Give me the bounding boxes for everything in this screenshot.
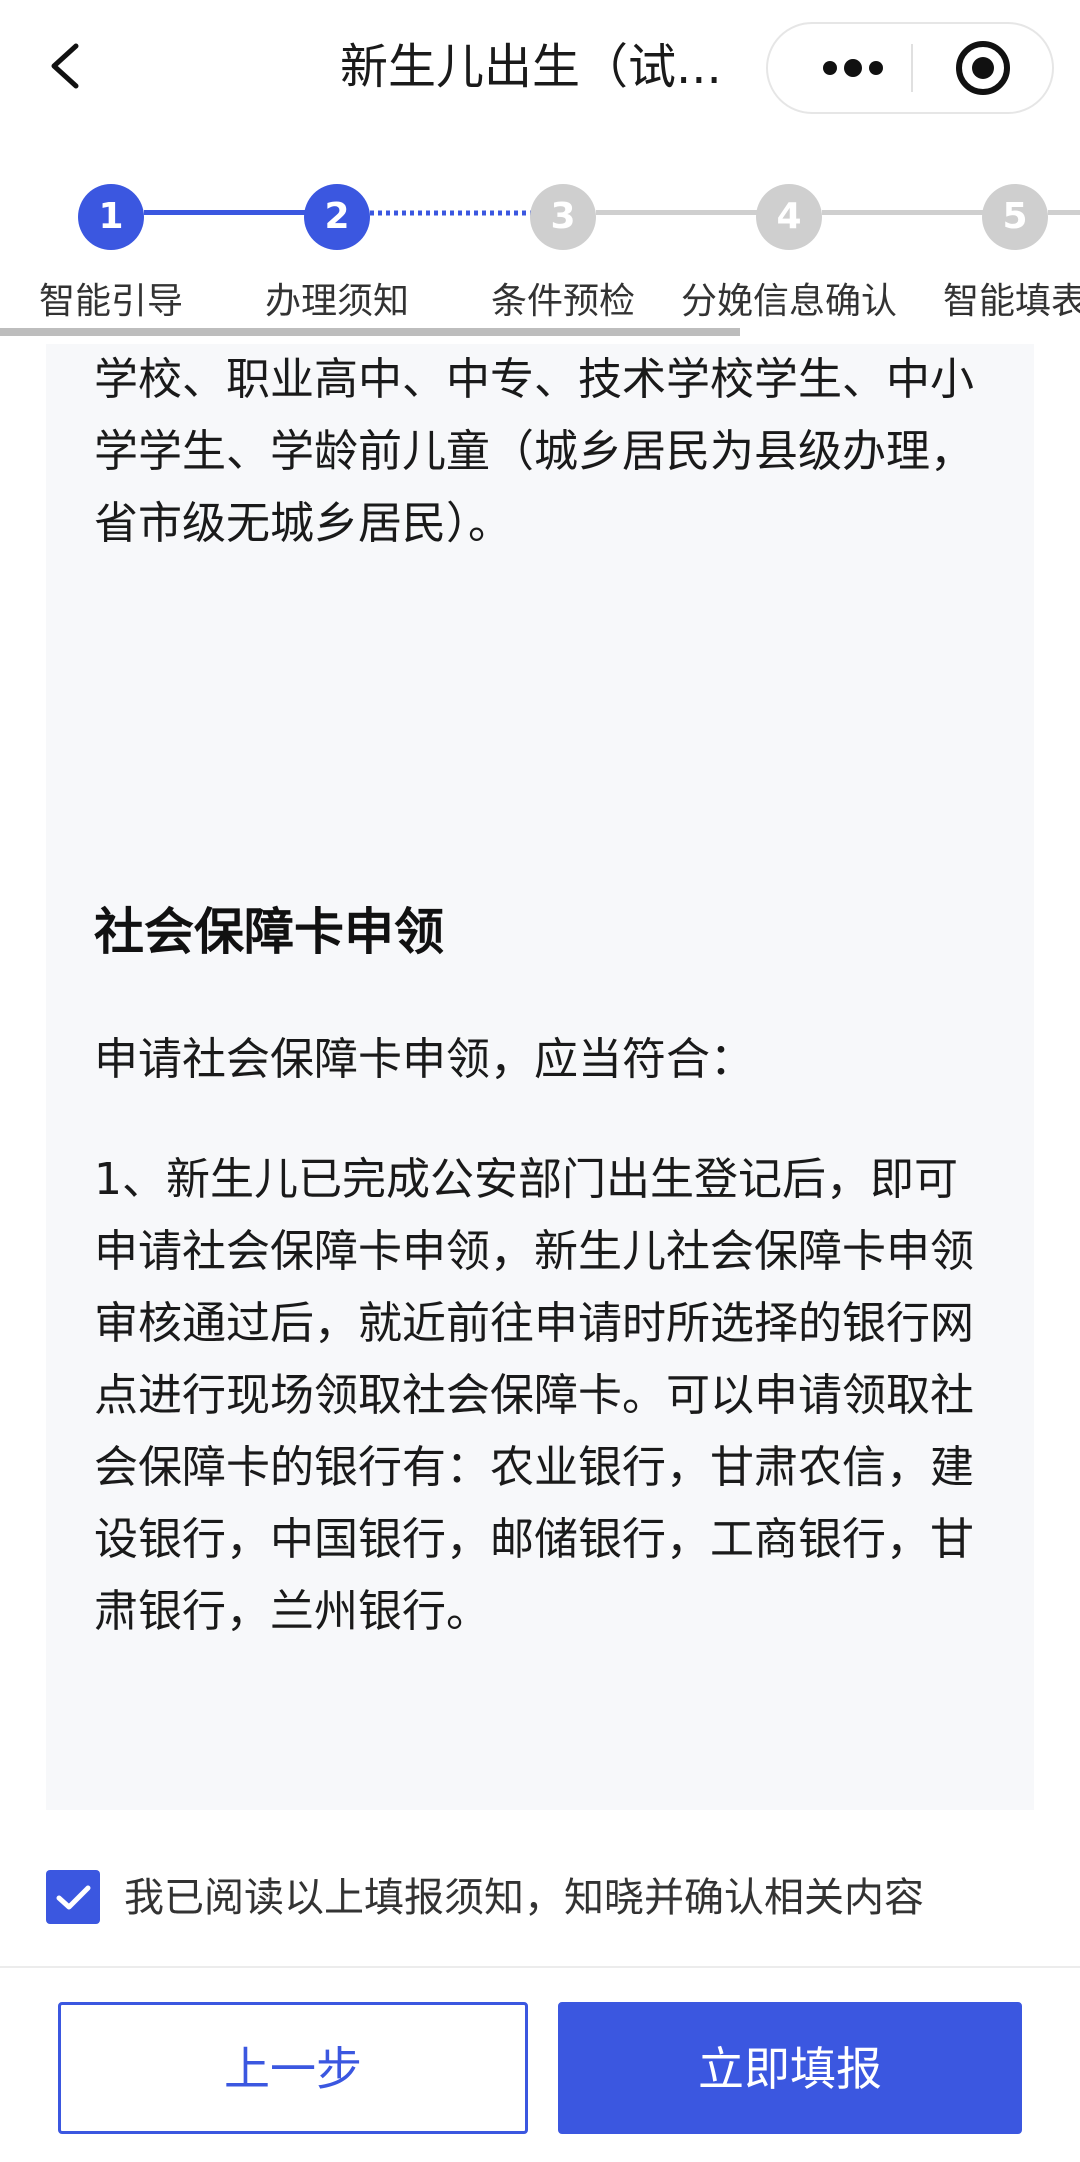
step-3-circle[interactable]: 3 — [530, 184, 596, 250]
previous-step-button[interactable]: 上一步 — [58, 2002, 528, 2134]
step-progress: 1 2 3 4 5 智能引导 办理须知 条件预检 分娩信息确认 智能填表 — [0, 160, 1080, 340]
section-title: 社会保障卡申领 — [94, 903, 444, 961]
agreement-row: 我已阅读以上填报须知，知晓并确认相关内容 — [46, 1868, 1036, 1928]
step-5-circle[interactable]: 5 — [982, 184, 1048, 250]
section-item-1: 1、新生儿已完成公安部门出生登记后，即可申请社会保障卡申领，新生儿社会保障卡申领… — [94, 1154, 974, 1637]
step-2-circle[interactable]: 2 — [304, 184, 370, 250]
capsule-divider — [911, 44, 913, 92]
step-4-circle[interactable]: 4 — [756, 184, 822, 250]
more-button[interactable] — [808, 24, 898, 112]
step-connector-2-3 — [370, 210, 540, 216]
step-connector-1-2 — [144, 210, 314, 215]
page: 新生儿出生（试... 1 2 3 4 5 智能引导 办理须知 条件预检 分娩信息… — [0, 0, 1080, 2162]
more-dots-icon — [823, 59, 883, 77]
title-bar: 新生儿出生（试... — [0, 0, 1080, 140]
step-3-label: 条件预检 — [490, 281, 635, 322]
agreement-checkbox[interactable] — [46, 1870, 100, 1924]
step-1-label: 智能引导 — [38, 281, 183, 322]
step-5-label: 智能填表 — [942, 281, 1080, 322]
notice-content-card: 学校、职业高中、中专、技术学校学生、中小学学生、学龄前儿童（城乡居民为县级办理，… — [46, 344, 1034, 1810]
chevron-left-icon — [51, 43, 79, 89]
mini-program-capsule — [766, 22, 1054, 114]
page-title: 新生儿出生（试... — [340, 39, 722, 95]
bottom-divider — [0, 1966, 1080, 1968]
steps-scroll-indicator — [0, 328, 740, 336]
step-connector-3-4 — [596, 210, 766, 215]
intro-paragraph: 学校、职业高中、中专、技术学校学生、中小学学生、学龄前儿童（城乡居民为县级办理，… — [94, 354, 974, 549]
step-connector-4-5 — [822, 210, 992, 215]
submit-now-button[interactable]: 立即填报 — [558, 2002, 1022, 2134]
step-4-label: 分娩信息确认 — [680, 281, 897, 322]
step-2-label: 办理须知 — [264, 281, 409, 322]
step-1-circle[interactable]: 1 — [78, 184, 144, 250]
agreement-text[interactable]: 我已阅读以上填报须知，知晓并确认相关内容 — [124, 1868, 924, 1928]
back-button[interactable] — [36, 36, 96, 96]
check-icon — [56, 1885, 91, 1910]
section-lead: 申请社会保障卡申领，应当符合： — [94, 1034, 754, 1085]
close-mini-program-button[interactable] — [928, 24, 1038, 112]
step-connector-5-next — [1048, 210, 1080, 215]
target-circle-icon — [956, 41, 1010, 95]
